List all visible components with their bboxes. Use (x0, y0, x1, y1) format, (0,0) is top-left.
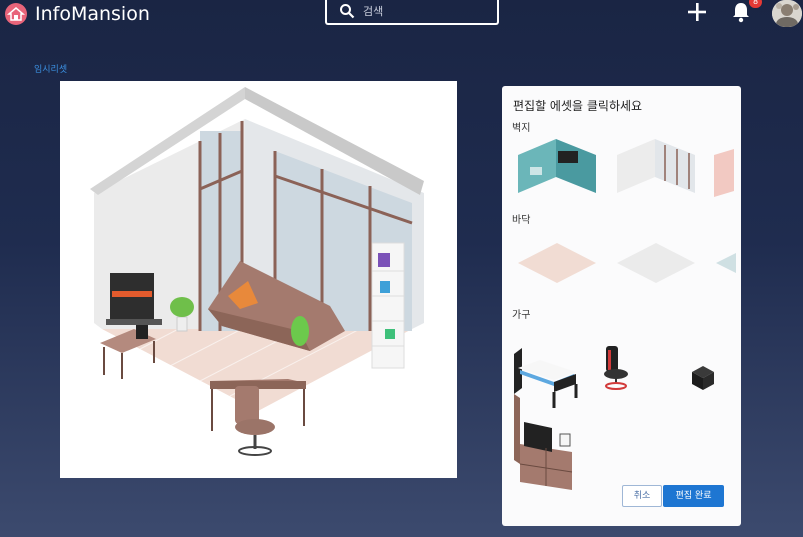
floor-asset-pink[interactable] (518, 243, 596, 287)
panel-title: 편집할 에셋을 클릭하세요 (513, 99, 643, 113)
wall-asset-window[interactable] (615, 137, 695, 199)
plus-icon[interactable] (686, 1, 708, 27)
breadcrumb[interactable]: 임시리셋 (34, 62, 67, 75)
top-bar: InfoMansion 8 (0, 0, 803, 30)
house-logo-icon[interactable] (4, 2, 28, 26)
furniture-gaming-chair[interactable] (600, 344, 632, 394)
room-canvas[interactable] (60, 81, 457, 478)
search-box[interactable] (325, 0, 499, 25)
floor-asset-blue[interactable] (716, 253, 736, 277)
section-floor-label: 바닥 (512, 215, 531, 226)
notification-badge: 8 (749, 0, 762, 8)
furniture-nightstand[interactable] (692, 366, 714, 394)
cancel-button[interactable]: 취소 (622, 485, 662, 507)
section-wall-label: 벽지 (512, 123, 531, 134)
search-input[interactable] (363, 3, 488, 19)
brand-name[interactable]: InfoMansion (35, 2, 150, 26)
floor-asset-gray[interactable] (617, 243, 695, 287)
asset-panel: 편집할 에셋을 클릭하세요 벽지 바닥 가구 취소 편집 완료 (502, 86, 741, 526)
furniture-tv-cabinet[interactable] (510, 394, 578, 494)
wall-asset-pink[interactable] (714, 149, 734, 201)
search-icon (340, 4, 355, 19)
section-furniture-label: 가구 (512, 310, 531, 321)
bell-icon[interactable] (731, 1, 751, 27)
avatar[interactable] (772, 0, 802, 27)
wall-asset-teal[interactable] (516, 137, 596, 199)
finish-edit-button[interactable]: 편집 완료 (663, 485, 724, 507)
